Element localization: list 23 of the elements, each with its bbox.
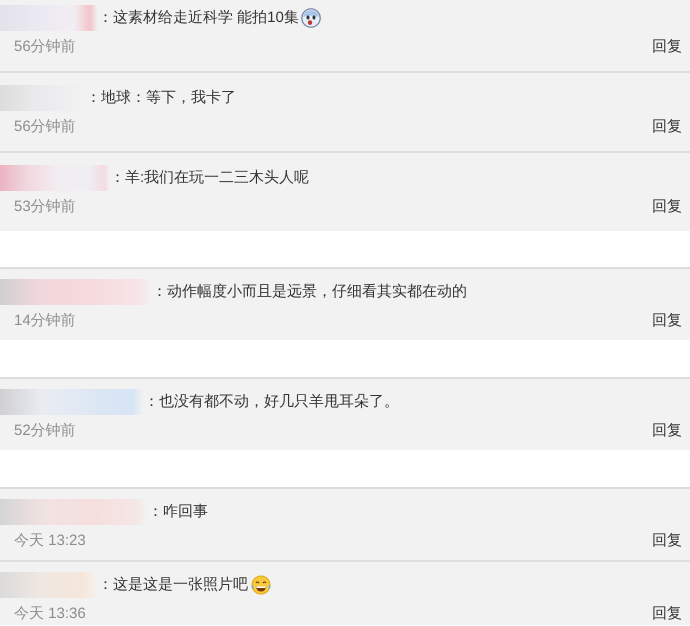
comment-time: 53分钟前 (14, 197, 76, 217)
comment-time: 今天 13:36 (14, 604, 86, 624)
comment-time: 14分钟前 (14, 311, 76, 331)
reply-link[interactable]: 回复 (652, 197, 682, 217)
comment-text: ：羊:我们在玩一二三木头人呢 (110, 168, 310, 188)
comment-time: 今天 13:23 (14, 531, 86, 551)
reply-link[interactable]: 回复 (652, 311, 682, 331)
comment-time: 52分钟前 (14, 421, 76, 441)
comment-text: ：咋回事 (148, 502, 208, 522)
laughing-face-icon (250, 574, 272, 596)
reply-link[interactable]: 回复 (652, 117, 682, 137)
comment-text: ：这是这是一张照片吧 (98, 575, 248, 595)
comment-time: 56分钟前 (14, 37, 76, 57)
comment-text: ：动作幅度小而且是远景，仔细看其实都在动的 (152, 282, 467, 302)
reply-link[interactable]: 回复 (652, 37, 682, 57)
reply-link[interactable]: 回复 (652, 421, 682, 441)
comment-text: ：这素材给走近科学 能拍10集 (98, 8, 299, 28)
surprised-face-icon (300, 8, 321, 28)
reply-link[interactable]: 回复 (652, 604, 682, 624)
comment-text: ：也没有都不动，好几只羊甩耳朵了。 (144, 392, 399, 412)
comment-text: ：地球：等下，我卡了 (86, 88, 236, 108)
comment-time: 56分钟前 (14, 117, 76, 137)
reply-link[interactable]: 回复 (652, 531, 682, 551)
